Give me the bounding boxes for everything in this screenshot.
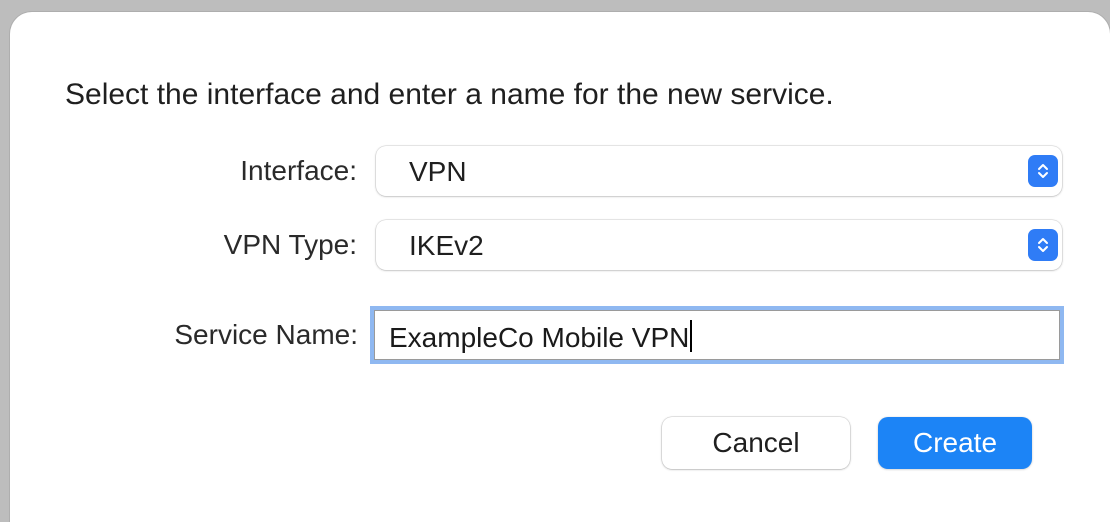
- new-service-dialog: Select the interface and enter a name fo…: [10, 12, 1110, 522]
- interface-popup-value: VPN: [409, 156, 467, 187]
- service-name-value-wrap: ExampleCo Mobile VPN: [389, 320, 693, 354]
- vpn-type-popup-value: IKEv2: [409, 230, 484, 261]
- vpn-type-popup[interactable]: IKEv2: [376, 220, 1062, 270]
- chevron-up-down-icon: [1028, 155, 1058, 187]
- service-name-label: Service Name:: [174, 319, 358, 350]
- interface-popup[interactable]: VPN: [376, 146, 1062, 196]
- text-caret: [690, 320, 693, 352]
- service-name-value: ExampleCo Mobile VPN: [389, 322, 690, 353]
- create-button[interactable]: Create: [878, 417, 1032, 469]
- service-name-field[interactable]: ExampleCo Mobile VPN: [374, 310, 1060, 360]
- dialog-prompt: Select the interface and enter a name fo…: [65, 78, 834, 111]
- interface-label: Interface:: [240, 155, 357, 186]
- vpn-type-label: VPN Type:: [223, 229, 357, 260]
- chevron-up-down-icon: [1028, 229, 1058, 261]
- cancel-button[interactable]: Cancel: [662, 417, 850, 469]
